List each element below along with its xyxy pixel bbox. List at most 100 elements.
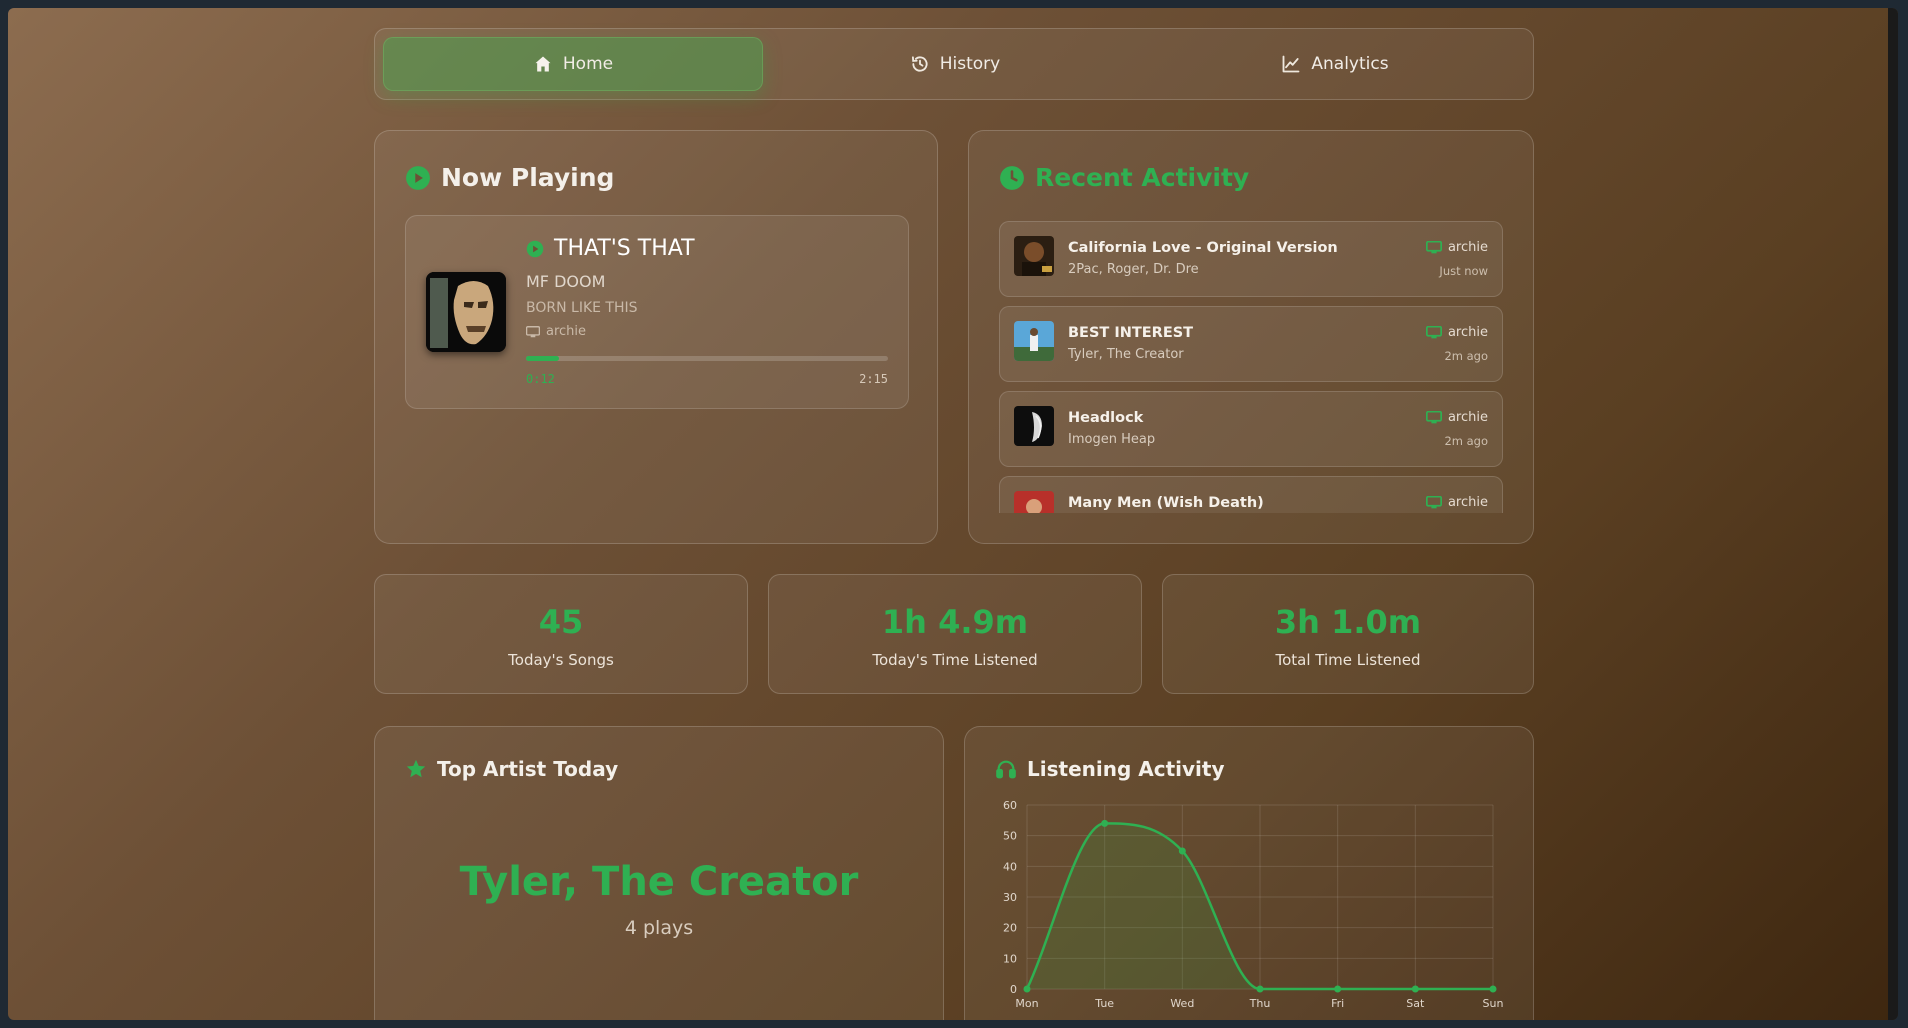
playing-icon	[526, 240, 544, 257]
top-nav: Home History Analytics	[374, 28, 1534, 100]
stat-value: 1h 4.9m	[881, 603, 1029, 641]
now-playing-card[interactable]: THAT'S THAT MF DOOM BORN LIKE THIS archi…	[405, 215, 909, 409]
track-time: 2m ago	[1444, 349, 1488, 363]
device-name: archie	[1447, 240, 1488, 255]
now-playing-heading: Now Playing	[441, 163, 615, 192]
song-title-text: THAT'S THAT	[554, 236, 695, 261]
stat-label: Total Time Listened	[1275, 651, 1421, 669]
x-tick-label: Fri	[1331, 997, 1344, 1010]
listening-activity-heading: Listening Activity	[1027, 757, 1225, 781]
list-item[interactable]: California Love - Original Version 2Pac,…	[999, 221, 1503, 297]
stat-card-today-time: 1h 4.9m Today's Time Listened	[768, 574, 1142, 694]
top-artist-heading: Top Artist Today	[437, 757, 619, 781]
tab-history-label: History	[939, 54, 1001, 74]
track-title: Many Men (Wish Death)	[1068, 495, 1264, 511]
recent-list[interactable]: California Love - Original Version 2Pac,…	[999, 221, 1503, 513]
recent-activity-panel: Recent Activity California Love - Origin…	[968, 130, 1534, 544]
home-icon	[535, 56, 551, 72]
monitor-icon	[1425, 241, 1442, 254]
track-artist: Tyler, The Creator	[1068, 347, 1184, 362]
listening-chart[interactable]: 0 10 20 30 40 50 60 Mon Tue Wed Thu Fri Sat Sun	[985, 791, 1515, 1020]
y-tick-label: 40	[1003, 860, 1017, 873]
listening-activity-title: Listening Activity	[995, 757, 1224, 781]
monitor-icon	[1425, 496, 1442, 509]
top-artist-panel: Top Artist Today Tyler, The Creator 4 pl…	[374, 726, 944, 1020]
track-device: archie	[1425, 325, 1488, 340]
y-tick-label: 10	[1003, 952, 1017, 965]
y-tick-label: 50	[1003, 830, 1017, 843]
stat-value: 3h 1.0m	[1274, 603, 1422, 641]
data-point	[1489, 985, 1497, 993]
data-point	[1256, 985, 1264, 993]
track-thumbnail	[1014, 491, 1054, 513]
track-device: archie	[1425, 495, 1488, 510]
stat-label: Today's Time Listened	[872, 651, 1038, 669]
x-tick-label: Sun	[1483, 997, 1504, 1010]
history-icon	[911, 56, 928, 72]
monitor-icon	[1425, 326, 1442, 339]
data-point	[1334, 985, 1342, 993]
headphones-icon	[996, 760, 1016, 779]
tab-analytics[interactable]: Analytics	[1145, 37, 1525, 91]
track-time: Just now	[1439, 264, 1488, 278]
track-device: archie	[1425, 240, 1488, 255]
top-artist-name[interactable]: Tyler, The Creator	[375, 859, 943, 905]
stat-value: 45	[538, 603, 584, 641]
tab-home-label: Home	[562, 54, 614, 74]
y-tick-label: 20	[1003, 922, 1017, 935]
device-name: archie	[1447, 325, 1488, 340]
track-time: 2m ago	[1444, 434, 1488, 448]
song-title: THAT'S THAT	[526, 236, 695, 261]
now-playing-title: Now Playing	[405, 163, 614, 192]
tab-analytics-label: Analytics	[1311, 54, 1389, 74]
track-artist: 2Pac, Roger, Dr. Dre	[1068, 262, 1199, 277]
stat-card-total-time: 3h 1.0m Total Time Listened	[1162, 574, 1534, 694]
top-artist-title: Top Artist Today	[405, 757, 618, 781]
total-time: 2:15	[859, 372, 888, 386]
analytics-icon	[1282, 55, 1300, 73]
clock-icon	[1000, 165, 1024, 190]
tab-history[interactable]: History	[765, 37, 1145, 91]
track-thumbnail	[1014, 321, 1054, 361]
progress-fill	[526, 356, 559, 361]
data-point	[1411, 985, 1419, 993]
top-artist-plays: 4 plays	[624, 917, 694, 939]
progress-bar[interactable]	[526, 356, 888, 361]
x-tick-label: Tue	[1094, 997, 1114, 1010]
data-point	[1101, 819, 1109, 827]
song-artist: MF DOOM	[526, 272, 606, 291]
star-icon	[406, 759, 426, 778]
track-title: Headlock	[1068, 410, 1144, 426]
track-title: California Love - Original Version	[1068, 240, 1338, 256]
x-tick-label: Sat	[1406, 997, 1425, 1010]
track-thumbnail	[1014, 406, 1054, 446]
x-tick-label: Wed	[1170, 997, 1194, 1010]
app-window: Home History Analytics Now Playing THAT'…	[8, 8, 1898, 1020]
now-playing-panel: Now Playing THAT'S THAT MF DOOM BORN LIK…	[374, 130, 938, 544]
recent-activity-title: Recent Activity	[999, 163, 1249, 192]
play-circle-icon	[406, 165, 430, 190]
song-album: BORN LIKE THIS	[526, 300, 638, 316]
current-time: 0:12	[526, 372, 555, 386]
track-title: BEST INTEREST	[1068, 325, 1194, 341]
track-device: archie	[1425, 410, 1488, 425]
device-name: archie	[1447, 410, 1488, 425]
list-item[interactable]: Headlock Imogen Heap archie 2m ago	[999, 391, 1503, 467]
y-tick-label: 60	[1003, 799, 1017, 812]
y-tick-label: 30	[1003, 891, 1017, 904]
stat-card-songs: 45 Today's Songs	[374, 574, 748, 694]
list-item[interactable]: Many Men (Wish Death) archie	[999, 476, 1503, 513]
device-name: archie	[1447, 495, 1488, 510]
data-point	[1023, 985, 1031, 993]
x-tick-label: Thu	[1249, 997, 1271, 1010]
device-name: archie	[546, 324, 587, 339]
track-thumbnail	[1014, 236, 1054, 276]
x-tick-label: Mon	[1015, 997, 1038, 1010]
tab-home[interactable]: Home	[383, 37, 763, 91]
device-label: archie	[526, 324, 586, 339]
y-tick-label: 0	[1010, 983, 1017, 996]
monitor-icon	[526, 325, 540, 337]
listening-activity-panel: Listening Activity 0 10 20 30 40 50 60 Mon Tue We…	[964, 726, 1534, 1020]
list-item[interactable]: BEST INTEREST Tyler, The Creator archie …	[999, 306, 1503, 382]
album-art	[426, 272, 506, 352]
